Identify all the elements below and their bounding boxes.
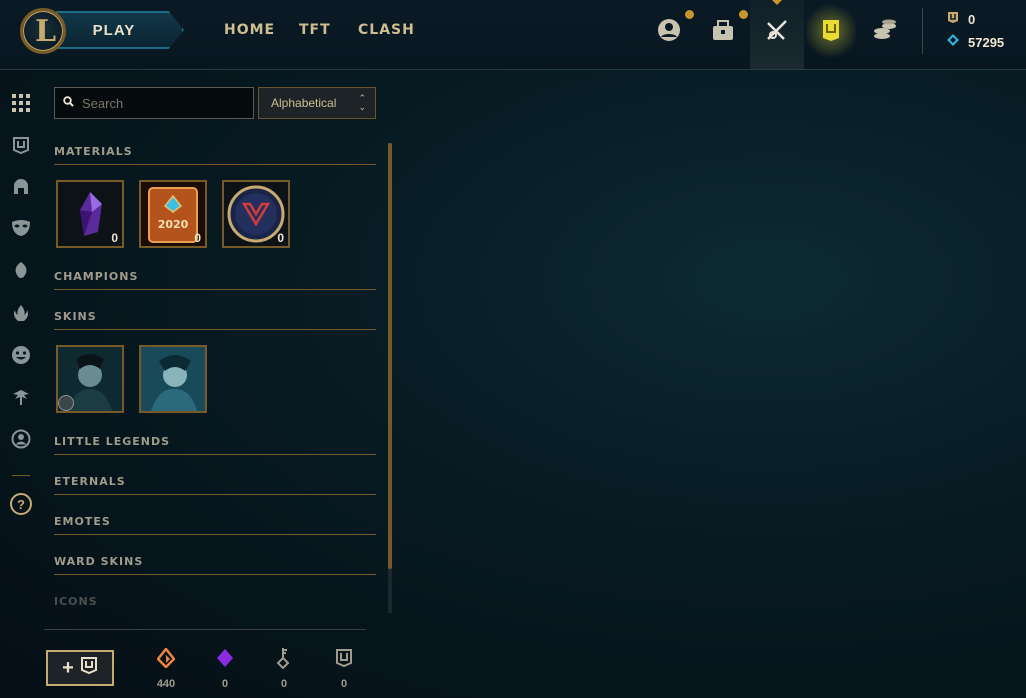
search-input[interactable] [82, 95, 242, 111]
logo-letter: L [35, 14, 57, 49]
skin-tile[interactable] [56, 345, 124, 413]
top-bar: PLAY L HOME TFT CLASH 0 57295 [0, 0, 1026, 70]
nav-clash[interactable]: CLASH [358, 22, 415, 38]
champion-helmet-icon[interactable] [10, 176, 32, 198]
league-logo[interactable]: L [20, 8, 66, 54]
skin-portrait-icon [141, 347, 205, 411]
blue-essence-icon [946, 33, 962, 50]
mythic-essence-count: 0 [221, 678, 229, 690]
chest-icon[interactable] [10, 134, 32, 156]
footer-divider [44, 629, 366, 630]
search-icon [63, 94, 74, 112]
material-count: 0 [194, 231, 201, 245]
sort-selected: Alphabetical [271, 96, 337, 110]
emote-icon[interactable] [10, 344, 32, 366]
material-tile[interactable]: 0 [222, 180, 290, 248]
profile-icon[interactable] [653, 14, 685, 46]
grid-icon[interactable] [10, 92, 32, 114]
material-count: 0 [111, 231, 118, 245]
nav-home[interactable]: HOME [224, 22, 275, 38]
nav-tft[interactable]: TFT [299, 22, 331, 38]
orange-essence-stat: 440 [146, 646, 186, 690]
profile-icon-rail[interactable] [10, 428, 32, 450]
top-divider [922, 8, 923, 54]
active-caret [772, 0, 782, 5]
section-materials[interactable]: MATERIALS [54, 145, 376, 165]
chest-icon [324, 646, 364, 670]
chest-count: 0 [340, 678, 348, 690]
notification-dot [685, 10, 694, 19]
section-champions[interactable]: CHAMPIONS [54, 270, 376, 290]
orange-essence-value: 57295 [968, 35, 1005, 50]
section-icons[interactable]: ICONS [54, 595, 376, 615]
key-icon [264, 646, 304, 670]
store-icon[interactable] [815, 14, 847, 46]
notification-dot [739, 10, 748, 19]
loot-icon[interactable] [761, 14, 793, 46]
material-tile[interactable]: 0 [56, 180, 124, 248]
orange-essence-icon [146, 646, 186, 670]
skin-tile[interactable] [139, 345, 207, 413]
help-button[interactable]: ? [10, 493, 32, 515]
chevron-up-down-icon: ⌃ ⌄ [358, 93, 366, 112]
sort-dropdown[interactable]: Alphabetical ⌃ ⌄ [258, 87, 376, 119]
blue-essence-balance: 0 [946, 10, 975, 27]
skin-mask-icon[interactable] [10, 217, 32, 239]
mythic-essence-icon [205, 646, 245, 670]
material-count: 0 [277, 231, 284, 245]
section-little-legends[interactable]: LITTLE LEGENDS [54, 435, 376, 455]
mastery-badge-icon [58, 395, 74, 411]
section-emotes[interactable]: EMOTES [54, 515, 376, 535]
material-tile[interactable]: 2020 0 [139, 180, 207, 248]
chest-stat: 0 [324, 646, 364, 690]
scrollbar-thumb[interactable] [388, 143, 392, 569]
mythic-essence-stat: 0 [205, 646, 245, 690]
orange-essence-count: 440 [156, 678, 176, 690]
section-skins[interactable]: SKINS [54, 310, 376, 330]
orange-essence-balance: 57295 [946, 33, 1004, 50]
coins-icon[interactable] [869, 14, 901, 46]
add-label: + [62, 656, 74, 679]
gold-chest-icon [946, 10, 962, 27]
key-count: 0 [280, 678, 288, 690]
section-eternals[interactable]: ETERNALS [54, 475, 376, 495]
rail-divider [12, 475, 30, 476]
key-stat: 0 [264, 646, 304, 690]
ward-icon[interactable] [10, 386, 32, 408]
little-legend-icon[interactable] [10, 259, 32, 281]
play-button[interactable]: PLAY [56, 11, 184, 49]
svg-text:2020: 2020 [158, 218, 189, 231]
eternal-flame-icon[interactable] [10, 302, 32, 324]
chest-icon [80, 656, 98, 680]
search-box[interactable] [54, 87, 254, 119]
section-ward-skins[interactable]: WARD SKINS [54, 555, 376, 575]
add-chest-button[interactable]: + [46, 650, 114, 686]
blue-essence-value: 0 [968, 12, 976, 27]
collection-icon[interactable] [707, 14, 739, 46]
